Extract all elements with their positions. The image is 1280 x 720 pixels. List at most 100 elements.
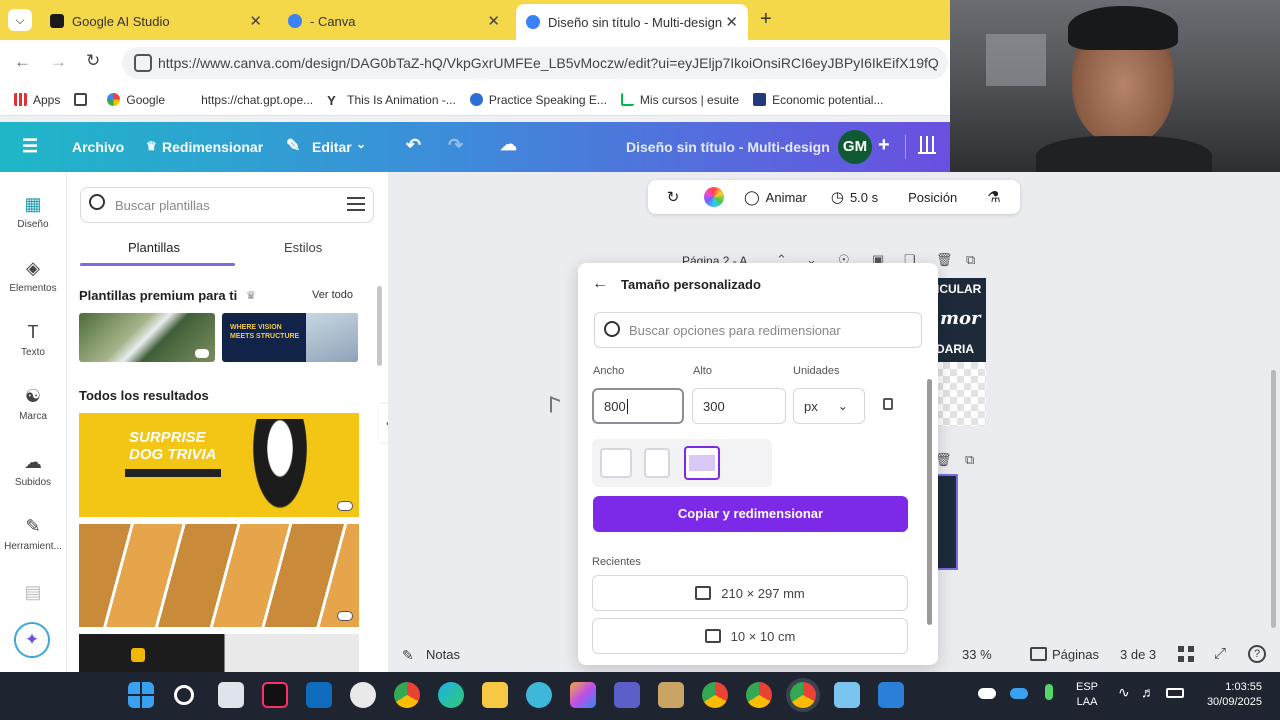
file-menu[interactable]: Archivo: [72, 139, 124, 155]
app-icon[interactable]: [350, 682, 376, 708]
add-page-icon[interactable]: ⧉: [965, 452, 974, 468]
analytics-icon[interactable]: [918, 136, 936, 154]
photos-icon[interactable]: [658, 682, 684, 708]
teams-icon[interactable]: [614, 682, 640, 708]
recent-size-a4[interactable]: 210 × 297 mm: [592, 575, 908, 611]
units-select[interactable]: px ⌄: [793, 388, 865, 424]
fullscreen-icon[interactable]: ⤢: [1214, 645, 1226, 662]
chrome-profile-2-icon[interactable]: [746, 682, 772, 708]
bookmark-animation[interactable]: Y This Is Animation -...: [327, 93, 456, 109]
resize-button[interactable]: Redimensionar: [162, 139, 263, 155]
template-thumb-nature[interactable]: [79, 313, 215, 362]
see-all-link[interactable]: Ver todo: [312, 289, 353, 301]
windows-start-icon[interactable]: [128, 682, 154, 708]
chrome-profile-icon[interactable]: [702, 682, 728, 708]
bookmark-grid[interactable]: [74, 93, 93, 106]
rail-item-design[interactable]: ▦ Diseño: [0, 194, 66, 230]
site-info-icon[interactable]: [134, 54, 152, 72]
gallery-icon[interactable]: [878, 682, 904, 708]
orientation-square-option[interactable]: [600, 448, 632, 478]
battery-icon[interactable]: [1166, 688, 1184, 698]
template-search-input[interactable]: Buscar plantillas: [80, 187, 374, 223]
animate-button[interactable]: Animar: [766, 190, 807, 205]
reload-icon[interactable]: ↻: [86, 51, 100, 71]
trash-icon[interactable]: 🗑: [936, 252, 953, 268]
back-arrow-icon[interactable]: ←: [592, 275, 608, 293]
chrome-active-icon[interactable]: [790, 682, 816, 708]
chrome-icon[interactable]: [394, 682, 420, 708]
add-page-icon[interactable]: ⧉: [966, 252, 975, 268]
grid-view-icon[interactable]: [1178, 646, 1194, 662]
design-page-2[interactable]: ICULAR mor DARIA: [936, 278, 986, 426]
tab-google-ai-studio[interactable]: Google AI Studio ✕: [40, 6, 272, 36]
tab-canva-design[interactable]: Diseño sin título - Multi-design ✕: [516, 4, 748, 40]
file-explorer-icon[interactable]: [482, 682, 508, 708]
bookmark-chatgpt[interactable]: https://chat.gpt.ope...: [201, 93, 313, 107]
template-card-dog-trivia[interactable]: SURPRISE DOG TRIVIA: [79, 413, 359, 517]
paint-format-icon[interactable]: ⚗: [987, 188, 1000, 206]
tab-templates[interactable]: Plantillas: [128, 240, 180, 255]
address-bar[interactable]: https://www.canva.com/design/DAG0bTaZ-hQ…: [122, 47, 948, 79]
tab-search-chevron-icon[interactable]: ⌵: [8, 9, 32, 31]
language-indicator[interactable]: ESP LAA: [1076, 680, 1098, 710]
rail-item-folder[interactable]: ▤: [0, 582, 66, 607]
task-view-icon[interactable]: [218, 682, 244, 708]
close-icon[interactable]: ✕: [487, 12, 500, 30]
new-tab-button[interactable]: +: [760, 8, 772, 31]
canvas-scrollbar[interactable]: [1271, 370, 1276, 628]
rail-item-uploads[interactable]: ☁ Subidos: [0, 452, 66, 488]
tiktok-icon[interactable]: [262, 682, 288, 708]
rail-item-brand[interactable]: ☯ Marca: [0, 386, 66, 422]
position-button[interactable]: Posición: [908, 190, 957, 205]
search-icon[interactable]: [174, 685, 194, 705]
rail-item-tools[interactable]: ✎ Herramient...: [0, 516, 66, 552]
replace-icon[interactable]: ↻: [656, 188, 690, 206]
menu-icon[interactable]: ☰: [22, 136, 38, 157]
help-icon[interactable]: ?: [1248, 645, 1266, 663]
clock[interactable]: 1:03:55 30/09/2025: [1196, 680, 1262, 710]
aspect-lock-icon[interactable]: [883, 398, 893, 410]
add-collaborator-button[interactable]: +: [878, 134, 890, 157]
template-thumb-vision[interactable]: WHERE VISION MEETS STRUCTURE: [222, 313, 358, 362]
close-icon[interactable]: ✕: [725, 13, 738, 31]
duration-button[interactable]: 5.0 s: [850, 190, 878, 205]
bookmark-economic[interactable]: Economic potential...: [753, 93, 883, 107]
tab-styles[interactable]: Estilos: [284, 240, 322, 255]
resize-search-input[interactable]: Buscar opciones para redimensionar: [594, 312, 922, 348]
cloud-sync-icon[interactable]: ☁: [500, 135, 517, 155]
edit-menu[interactable]: Editar: [312, 139, 352, 155]
bookmark-apps[interactable]: Apps: [14, 93, 60, 107]
edge-icon[interactable]: [438, 682, 464, 708]
pages-button[interactable]: Páginas: [1052, 647, 1099, 662]
document-title[interactable]: Diseño sin título - Multi-design: [626, 139, 830, 155]
copilot-icon[interactable]: [570, 682, 596, 708]
width-input[interactable]: 800: [592, 388, 684, 424]
redo-icon[interactable]: ↷: [448, 135, 463, 156]
height-input[interactable]: 300: [692, 388, 786, 424]
rail-item-text[interactable]: T Texto: [0, 322, 66, 358]
filter-icon[interactable]: [347, 197, 365, 213]
rail-item-elements[interactable]: ◈ Elementos: [0, 258, 66, 294]
notepad-icon[interactable]: [834, 682, 860, 708]
close-icon[interactable]: ✕: [249, 12, 262, 30]
notes-button[interactable]: Notas: [426, 647, 460, 662]
bookmark-practice[interactable]: Practice Speaking E...: [469, 93, 607, 107]
bookmark-cursos[interactable]: Mis cursos | esuite: [620, 93, 739, 107]
panel-scrollbar[interactable]: [377, 286, 382, 366]
undo-icon[interactable]: ↶: [406, 135, 421, 156]
wifi-icon[interactable]: ∿: [1118, 684, 1130, 701]
popup-scrollbar[interactable]: [927, 379, 932, 625]
color-wheel-icon[interactable]: [704, 187, 724, 207]
bookmark-google[interactable]: Google: [107, 93, 165, 107]
maps-icon[interactable]: [526, 682, 552, 708]
orientation-portrait-option[interactable]: [644, 448, 670, 478]
cloud-icon[interactable]: [978, 688, 996, 699]
template-card-dark[interactable]: [79, 634, 359, 672]
avatar[interactable]: GM: [838, 130, 872, 164]
outlook-icon[interactable]: [306, 682, 332, 708]
orientation-landscape-option[interactable]: [684, 446, 720, 480]
forward-arrow-icon[interactable]: →: [50, 52, 67, 72]
template-card-sunset[interactable]: [79, 524, 359, 627]
volume-icon[interactable]: ♬: [1141, 684, 1155, 700]
magic-ai-button[interactable]: ✦: [14, 622, 50, 658]
